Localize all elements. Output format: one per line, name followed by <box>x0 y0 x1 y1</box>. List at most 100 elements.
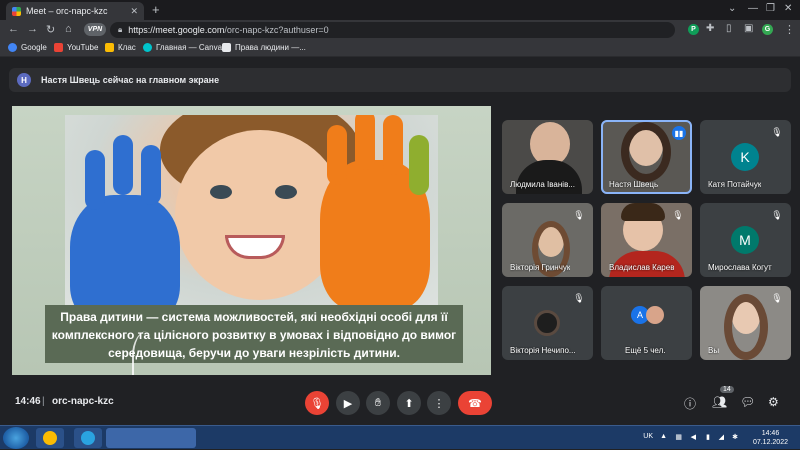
photo-blue-finger <box>141 145 161 205</box>
volume-icon[interactable]: ◀ <box>691 433 696 441</box>
tab-search-icon[interactable]: ⌄ <box>728 3 736 14</box>
present-screen-button[interactable]: ⬆ <box>397 391 421 415</box>
camera-icon: ▶ <box>343 397 353 410</box>
photo-orange-finger <box>355 115 375 170</box>
participant-tile-self[interactable]: 🎙︎ Вы <box>700 286 791 360</box>
bluetooth-icon[interactable]: ✱ <box>732 433 738 441</box>
present-icon: ⬆ <box>404 397 414 410</box>
sidebar-icon[interactable]: ▣ <box>744 23 753 34</box>
chat-icon[interactable]: 💬︎ <box>740 395 755 409</box>
bookmark-prava-lyudyny[interactable]: Права людини —... <box>222 43 306 52</box>
forward-icon[interactable]: → <box>27 23 38 35</box>
bookmark-google[interactable]: Google <box>8 43 47 52</box>
browser-toolbar: ← → ↻ ⌂ VPN 🔒︎ https://meet.google.com/o… <box>0 20 800 40</box>
participant-name: Настя Швець <box>609 180 659 189</box>
participant-tile[interactable]: ▮▮ Настя Швець <box>601 120 692 194</box>
slide-photo-child-painted-hands <box>65 115 438 310</box>
presentation-stage[interactable]: Права дитини — система можливостей, які … <box>12 106 491 375</box>
taskbar-yandex-browser[interactable] <box>36 428 64 448</box>
start-button[interactable] <box>3 427 29 449</box>
browser-tab-strip: Meet – orc-napc-kzc ✕ + ⌄ — ❐ ✕ <box>0 0 800 20</box>
photo-eye-left <box>210 185 232 199</box>
participant-name: Людмила Іванів... <box>510 180 575 189</box>
os-taskbar: UK ▲ ▦ ◀ ▮ ◢ ✱ 14:46 07.12.2022 <box>0 425 800 449</box>
participants-overflow-tile[interactable]: A Ещё 5 чел. <box>601 286 692 360</box>
mic-off-icon: 🎙︎ <box>771 292 783 303</box>
participant-avatar: K <box>731 143 759 171</box>
reload-icon[interactable]: ↻ <box>46 23 55 36</box>
photo-green-finger <box>409 135 429 195</box>
wifi-icon[interactable]: ◢ <box>719 433 724 441</box>
google-icon <box>8 43 17 52</box>
participant-name: Вікторія Гринчук <box>510 263 571 272</box>
raise-hand-button[interactable]: ✋︎ <box>366 391 390 415</box>
participant-tile[interactable]: 🎙︎ M Мирослава Когут <box>700 203 791 277</box>
taskbar-telegram[interactable] <box>74 428 102 448</box>
network-icon[interactable]: ▦ <box>675 433 682 441</box>
participant-video <box>534 310 560 336</box>
new-tab-icon[interactable]: + <box>152 2 160 17</box>
taskbar-clock[interactable]: 14:46 07.12.2022 <box>753 429 788 447</box>
overflow-avatar-photo <box>646 306 664 324</box>
slide-caption: Права дитини — система можливостей, які … <box>45 305 463 363</box>
taskbar-chrome-window[interactable] <box>106 428 196 448</box>
end-call-button[interactable]: ☎︎ <box>458 391 492 415</box>
participant-tile[interactable]: 🎙︎ Владислав Карев <box>601 203 692 277</box>
time-separator: | <box>42 396 45 407</box>
bookmark-label: Google <box>21 43 47 52</box>
participant-name: Вы <box>708 346 720 355</box>
back-icon[interactable]: ← <box>8 23 19 35</box>
lock-icon[interactable]: 🔒︎ <box>118 25 122 35</box>
battery-icon[interactable]: ▮ <box>706 433 710 441</box>
hand-icon: ✋︎ <box>374 396 382 409</box>
bookmark-label: Права людини —... <box>235 43 306 52</box>
more-vert-icon: ⋮ <box>433 397 445 410</box>
mic-toggle-button[interactable]: 🎙︎ <box>305 391 329 415</box>
photo-blue-finger <box>85 150 105 210</box>
mic-off-icon: 🎙︎ <box>573 209 585 220</box>
participant-tile[interactable]: 🎙︎ Вікторія Нечипо... <box>502 286 593 360</box>
mic-off-icon: 🎙︎ <box>672 209 684 220</box>
camera-toggle-button[interactable]: ▶ <box>336 391 360 415</box>
participant-avatar: M <box>731 226 759 254</box>
url-host: https://meet.google.com <box>128 25 225 35</box>
photo-orange-finger <box>327 125 347 185</box>
presenting-text: Настя Швець сейчас на главном экране <box>41 75 220 85</box>
mic-off-icon: 🎙︎ <box>771 209 783 220</box>
bookmark-canva[interactable]: Главная — Canva <box>143 43 222 52</box>
meeting-info-icon[interactable]: ⓘ <box>684 395 696 412</box>
participant-count-badge: 14 <box>720 386 734 393</box>
browser-tab[interactable]: Meet – orc-napc-kzc ✕ <box>6 2 144 20</box>
wikipedia-icon <box>222 43 231 52</box>
restore-icon[interactable]: ❐ <box>766 3 775 14</box>
activities-icon[interactable]: ⚙︎ <box>768 395 779 409</box>
more-options-button[interactable]: ⋮ <box>427 391 451 415</box>
browser-menu-icon[interactable]: ⋮ <box>784 23 795 36</box>
minimize-icon[interactable]: — <box>748 3 758 14</box>
keyboard-language[interactable]: UK <box>643 433 653 440</box>
people-icon[interactable]: 👥︎ <box>712 395 727 409</box>
participant-name: Вікторія Нечипо... <box>510 346 576 355</box>
home-icon[interactable]: ⌂ <box>65 23 72 35</box>
bookmark-youtube[interactable]: YouTube <box>54 43 98 52</box>
clock-date: 07.12.2022 <box>752 439 788 446</box>
photo-eye-right <box>275 185 297 199</box>
close-tab-icon[interactable]: ✕ <box>130 6 138 17</box>
participant-tile[interactable]: Людмила Іванів... <box>502 120 593 194</box>
vpn-badge[interactable]: VPN <box>84 23 106 36</box>
address-bar[interactable]: 🔒︎ https://meet.google.com/orc-napc-kzc?… <box>110 22 675 38</box>
reading-list-icon[interactable]: ▯ <box>726 23 732 34</box>
bookmark-klas[interactable]: Клас <box>105 43 136 52</box>
meet-favicon-icon <box>12 6 21 16</box>
extension-g-icon[interactable]: G <box>762 24 773 35</box>
participant-tile[interactable]: 🎙︎ Вікторія Гринчук <box>502 203 593 277</box>
close-window-icon[interactable]: ✕ <box>784 3 792 14</box>
slide-decoration-curve <box>132 331 162 375</box>
participant-tile[interactable]: 🎙︎ K Катя Потайчук <box>700 120 791 194</box>
phone-hangup-icon: ☎︎ <box>468 397 482 410</box>
canva-icon <box>143 43 152 52</box>
tray-expand-icon[interactable]: ▲ <box>660 433 667 440</box>
extensions-puzzle-icon[interactable]: ✚ <box>706 23 714 34</box>
extension-p-icon[interactable]: P <box>688 24 699 35</box>
photo-blue-finger <box>113 135 133 195</box>
